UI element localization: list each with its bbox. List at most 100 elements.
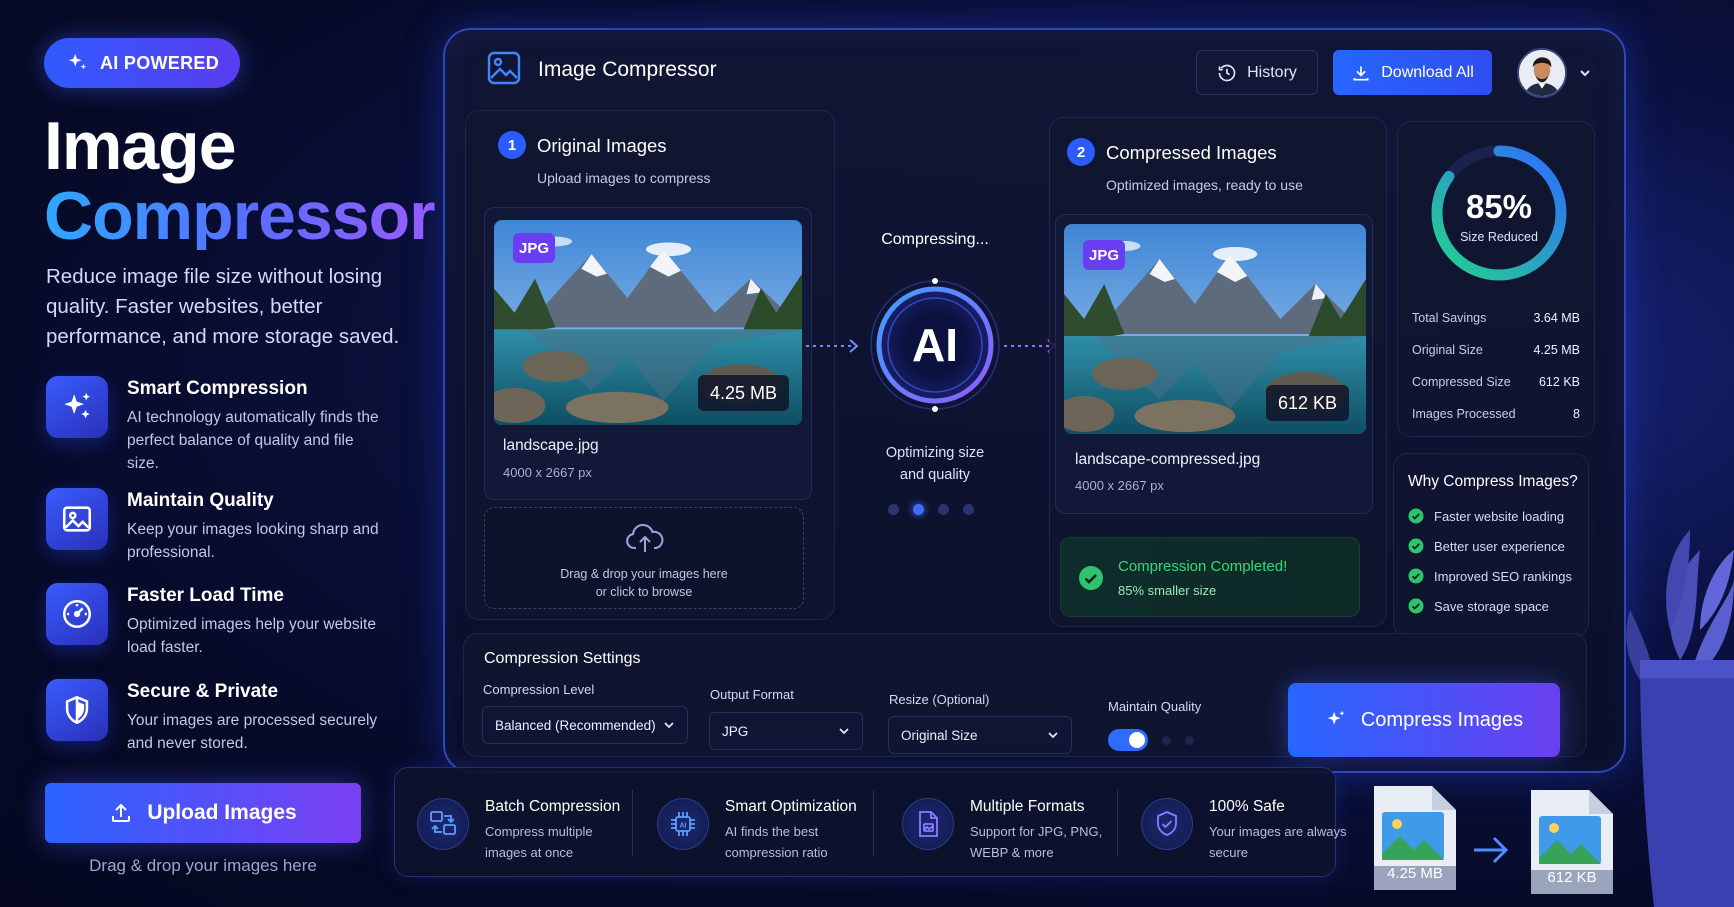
stat-value: 8	[1573, 407, 1580, 421]
why-item-label: Faster website loading	[1434, 508, 1565, 524]
check-circle-icon	[1079, 566, 1103, 590]
original-filename: landscape.jpg	[503, 437, 599, 454]
feature-title: Maintain Quality	[127, 490, 274, 511]
image-icon	[46, 488, 108, 550]
output-format-value: JPG	[722, 723, 749, 739]
size-reduced-percent: 85%	[1465, 188, 1533, 225]
feature-secure-private: Secure & Private Your images are process…	[46, 679, 446, 775]
arrow-right-icon	[1474, 836, 1509, 864]
compression-level-select[interactable]: Balanced (Recommended)	[482, 706, 688, 744]
why-item-label: Save storage space	[1434, 598, 1549, 614]
why-item: Improved SEO rankings	[1408, 568, 1572, 584]
ai-chip-icon: AI	[657, 798, 709, 850]
strip-feature-desc: Compress multiple images at once	[485, 824, 593, 860]
stat-label: Total Savings	[1412, 311, 1487, 325]
compression-level-label: Compression Level	[483, 682, 595, 697]
original-images-title: Original Images	[537, 135, 667, 156]
output-format-label: Output Format	[710, 687, 794, 702]
feature-desc: Optimized images help your website load …	[127, 616, 376, 656]
feature-title: Secure & Private	[127, 681, 279, 702]
upload-icon	[112, 803, 131, 822]
check-circle-icon	[1408, 598, 1424, 614]
compressed-size-pill: 612 KB	[1266, 385, 1350, 421]
strip-feature-desc: Support for JPG, PNG, WEBP & more	[970, 824, 1103, 860]
strip-feature-desc: Your images are always secure	[1209, 824, 1347, 860]
app-logo-icon	[487, 51, 521, 85]
sparkles-icon	[68, 53, 87, 70]
chevron-down-icon	[664, 722, 674, 729]
shield-icon	[46, 679, 108, 741]
compressed-filename: landscape-compressed.jpg	[1075, 451, 1261, 468]
download-all-button[interactable]: Download All	[1333, 50, 1492, 95]
resize-label: Resize (Optional)	[889, 692, 990, 707]
strip-feature-desc: AI finds the best compression ratio	[725, 824, 828, 860]
batch-images-icon	[417, 798, 469, 850]
divider	[632, 790, 633, 856]
why-item: Faster website loading	[1408, 508, 1564, 524]
original-size-pill: 4.25 MB	[698, 375, 790, 411]
stat-label: Images Processed	[1412, 407, 1516, 421]
stat-value: 4.25 MB	[1533, 343, 1580, 357]
chevron-down-icon	[1048, 732, 1058, 739]
compressed-dimensions: 4000 x 2667 px	[1075, 478, 1164, 493]
ai-label: AI	[912, 319, 958, 371]
indicator-dot	[1185, 736, 1194, 745]
stat-value: 3.64 MB	[1533, 311, 1580, 325]
check-circle-icon	[1408, 508, 1424, 524]
cloud-upload-icon	[626, 524, 664, 552]
step-1-badge: 1	[498, 131, 526, 159]
why-item-label: Better user experience	[1434, 538, 1565, 554]
history-button[interactable]: History	[1196, 50, 1318, 95]
why-compress-title: Why Compress Images?	[1408, 473, 1578, 490]
upload-images-button[interactable]: Upload Images	[45, 783, 361, 843]
hero-title: Image	[44, 108, 237, 184]
drop-zone[interactable]: Drag & drop your images here or click to…	[484, 507, 804, 609]
stat-row: Compressed Size 612 KB	[1412, 375, 1580, 389]
stat-value: 612 KB	[1538, 375, 1580, 389]
compressing-status: Compressing...	[881, 231, 989, 248]
divider	[873, 790, 874, 856]
resize-select[interactable]: Original Size	[888, 716, 1072, 754]
original-images-subtitle: Upload images to compress	[537, 170, 711, 186]
optimizing-line1: Optimizing size	[885, 445, 985, 461]
stats-panel: 85% Size Reduced Total Savings 3.64 MB Or…	[1397, 121, 1595, 437]
settings-title: Compression Settings	[484, 650, 641, 667]
avatar[interactable]	[1517, 48, 1567, 98]
download-icon	[1353, 65, 1369, 80]
output-format-select[interactable]: JPG	[709, 712, 863, 750]
strip-feature-title: Batch Compression	[485, 798, 621, 815]
progress-dots	[888, 504, 974, 515]
chevron-down-icon[interactable]	[1578, 66, 1592, 80]
feature-title: Smart Compression	[127, 378, 308, 399]
strip-feature-title: 100% Safe	[1209, 798, 1285, 815]
hero-description: Reduce image file size without losing qu…	[46, 265, 400, 348]
user-avatar-icon	[1519, 50, 1565, 96]
original-file-icon: 4.25 MB	[1370, 782, 1460, 894]
shield-check-icon	[1141, 798, 1193, 850]
feature-desc: Your images are processed securely and n…	[127, 712, 378, 752]
indicator-dot	[1162, 736, 1171, 745]
stat-row: Images Processed 8	[1412, 407, 1580, 421]
upload-images-label: Upload Images	[147, 801, 297, 824]
compress-images-label: Compress Images	[1360, 708, 1524, 731]
completion-subtitle: 85% smaller size	[1118, 583, 1217, 598]
compressed-file-size: 612 KB	[1547, 869, 1597, 886]
feature-desc: Keep your images looking sharp and profe…	[127, 521, 379, 561]
maintain-quality-toggle[interactable]	[1108, 729, 1148, 751]
upload-hint: Drag & drop your images here	[89, 856, 317, 875]
compressed-file-icon: 612 KB	[1527, 786, 1617, 898]
why-compress-panel: Why Compress Images? Faster website load…	[1393, 453, 1589, 637]
progress-dot	[963, 504, 974, 515]
strip-feature-title: Smart Optimization	[725, 798, 857, 815]
step-2-badge: 2	[1067, 138, 1095, 166]
divider	[1117, 790, 1118, 856]
compressed-images-title: Compressed Images	[1106, 142, 1277, 163]
compression-complete-banner: Compression Completed! 85% smaller size	[1060, 537, 1360, 617]
stat-label: Original Size	[1412, 343, 1483, 357]
toggle-indicator-dots	[1162, 736, 1194, 745]
format-tag: JPG	[1083, 240, 1125, 270]
resize-value: Original Size	[901, 727, 978, 743]
compress-images-button[interactable]: Compress Images	[1288, 683, 1560, 757]
drop-zone-line2: or click to browse	[595, 585, 693, 599]
plant-decoration	[1626, 530, 1734, 907]
